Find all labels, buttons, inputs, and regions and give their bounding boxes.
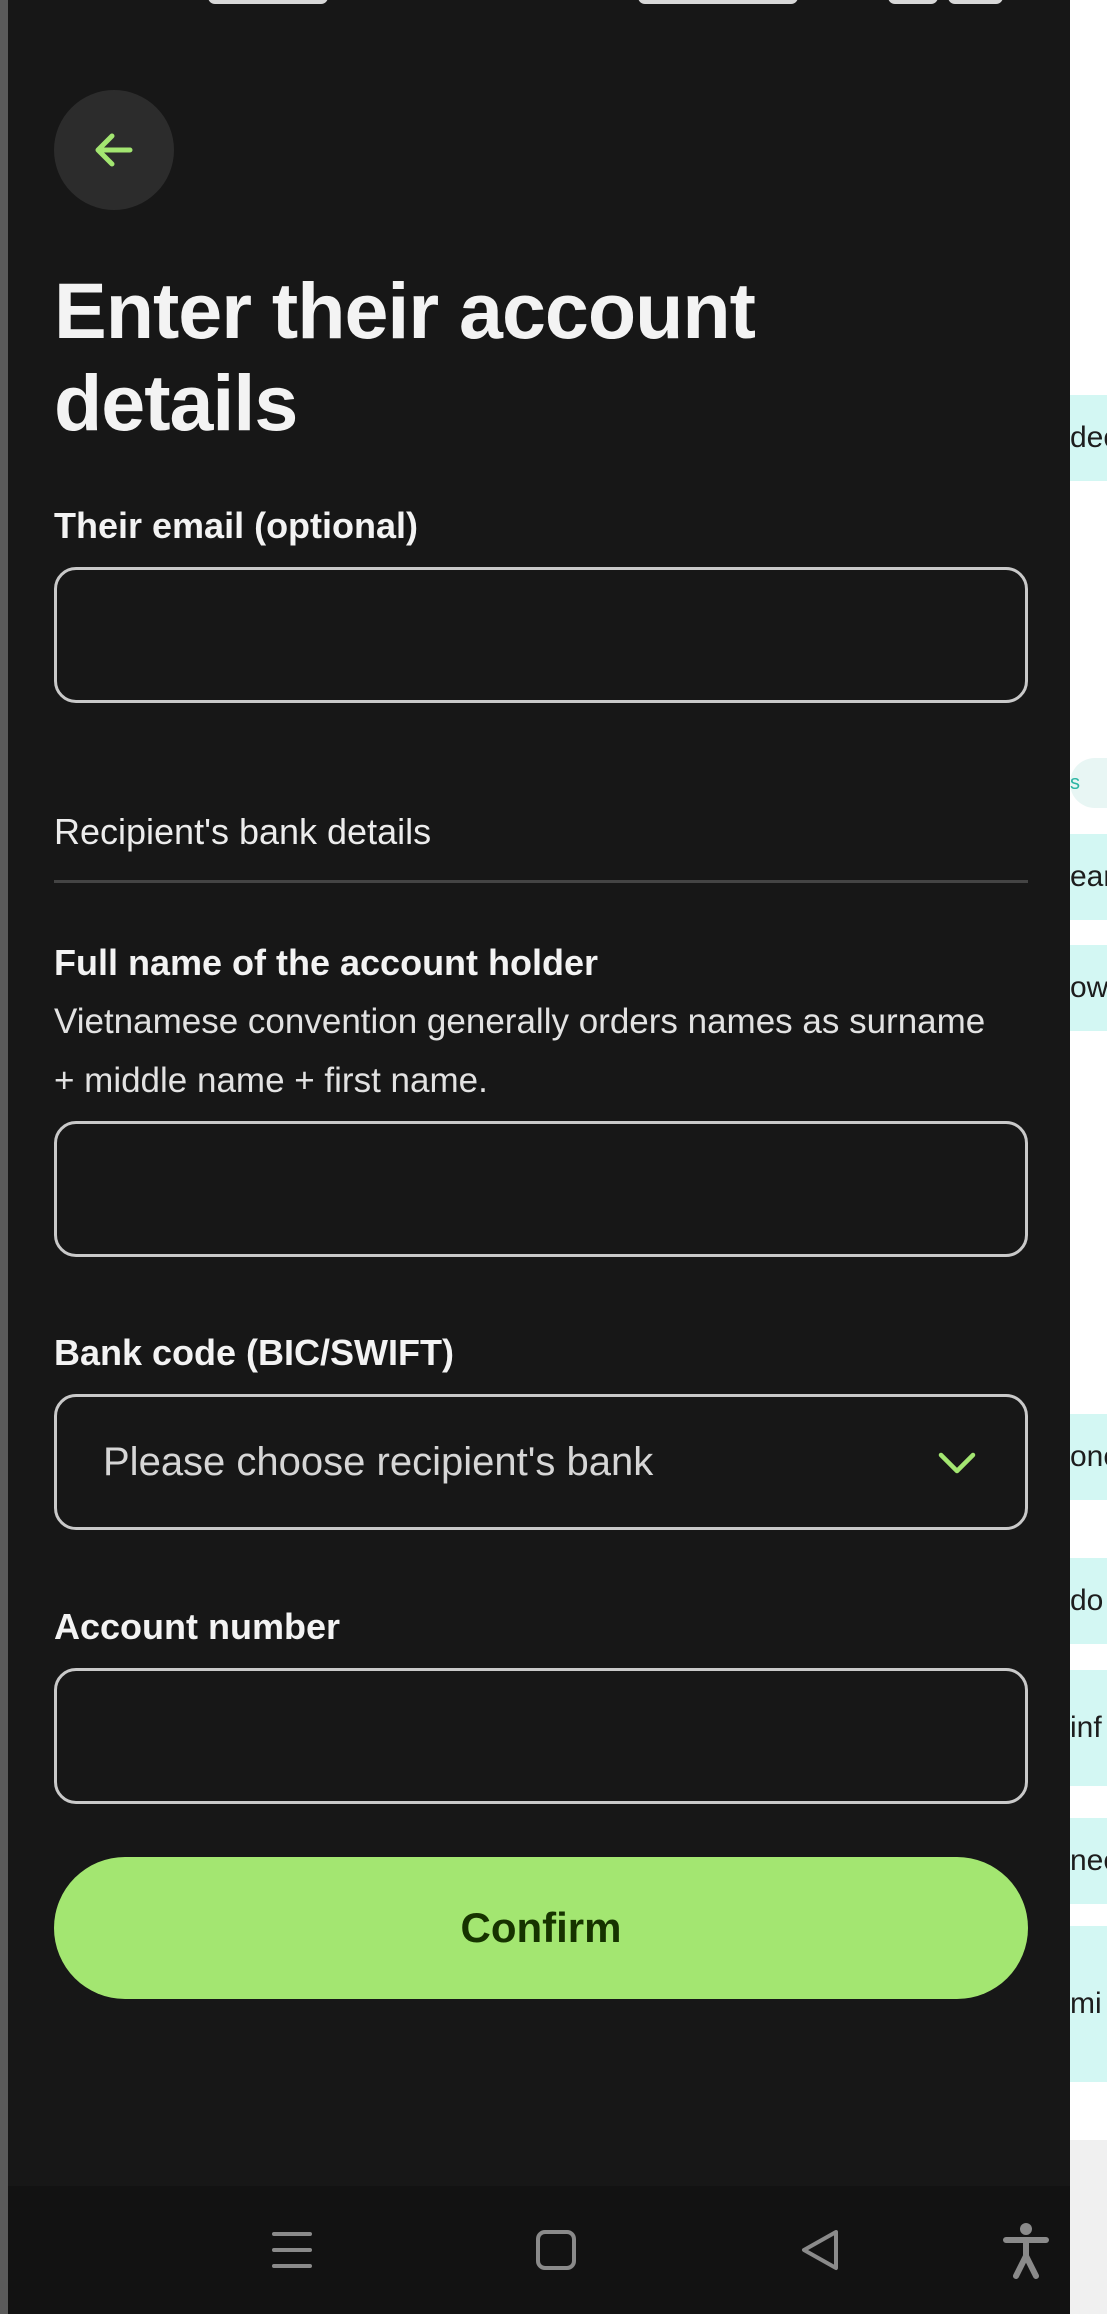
- account-number-label: Account number: [54, 1606, 341, 1647]
- menu-icon[interactable]: [260, 2218, 324, 2282]
- bank-code-selected: Please choose recipient's bank: [103, 1439, 654, 1484]
- email-label: Their email (optional): [54, 505, 419, 546]
- background-chip: ear: [1070, 834, 1107, 920]
- status-left-indicator: [208, 0, 328, 4]
- account-number-field-box: [54, 1668, 1028, 1804]
- status-network-indicator: [638, 0, 798, 4]
- confirm-button[interactable]: Confirm: [54, 1857, 1028, 1999]
- home-icon[interactable]: [524, 2218, 588, 2282]
- page-title: Enter their account details: [54, 266, 756, 447]
- bank-code-label: Bank code (BIC/SWIFT): [54, 1332, 455, 1373]
- chevron-down-icon: [938, 1452, 976, 1474]
- full-name-field-box: [54, 1121, 1028, 1257]
- background-chip: mi: [1070, 1926, 1107, 2082]
- account-number-field[interactable]: [57, 1671, 1025, 1801]
- background-chip: do: [1070, 1558, 1107, 1644]
- window-edge: [0, 0, 8, 2314]
- back-triangle-icon[interactable]: [788, 2218, 852, 2282]
- section-divider: [54, 880, 1028, 883]
- background-footer: [1070, 2140, 1107, 2314]
- back-button[interactable]: [54, 90, 174, 210]
- background-chip: dec: [1070, 395, 1107, 481]
- background-chip: ow: [1070, 945, 1107, 1031]
- full-name-label: Full name of the account holder: [54, 942, 599, 983]
- bank-code-select[interactable]: Please choose recipient's bank: [54, 1394, 1028, 1530]
- status-battery-icon: [948, 0, 1003, 4]
- background-chip: nee: [1070, 1818, 1107, 1904]
- system-nav-bar: [8, 2186, 1070, 2314]
- phone-screen: Enter their account details Their email …: [8, 0, 1070, 2314]
- email-field[interactable]: [57, 570, 1025, 700]
- email-field-box: [54, 567, 1028, 703]
- status-signal-icon: [888, 0, 938, 4]
- status-bar: [8, 0, 1070, 10]
- full-name-hint: Vietnamese convention generally orders n…: [54, 1002, 986, 1100]
- accessibility-icon[interactable]: [994, 2218, 1058, 2282]
- background-chip: one: [1070, 1414, 1107, 1500]
- background-chip: inf: [1070, 1670, 1107, 1786]
- full-name-field[interactable]: [57, 1124, 1025, 1254]
- arrow-left-icon: [95, 133, 133, 167]
- section-heading: Recipient's bank details: [54, 811, 432, 852]
